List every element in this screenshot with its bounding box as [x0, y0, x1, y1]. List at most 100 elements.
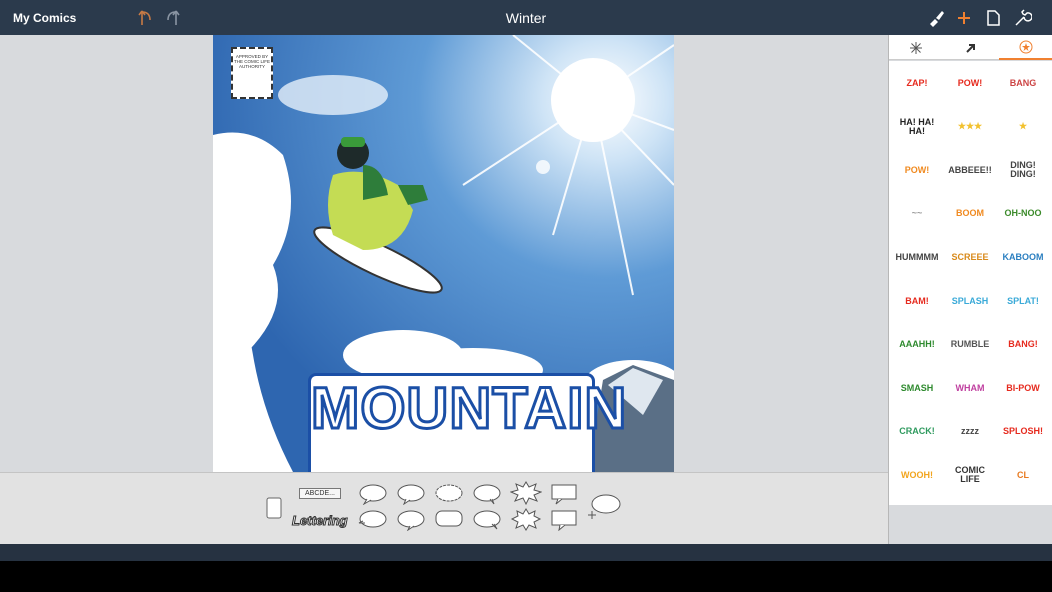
page-icon[interactable]: [983, 8, 1003, 28]
sticker-item[interactable]: ★★★: [948, 109, 992, 145]
add-icon[interactable]: [954, 8, 974, 28]
caption-sample[interactable]: ABCDE...: [299, 488, 341, 499]
sticker-label: SPLAT!: [1007, 295, 1039, 306]
panel-shape-icon[interactable]: [266, 497, 282, 519]
arrow-icon: [966, 43, 975, 53]
sticker-item[interactable]: POW!: [895, 152, 939, 188]
sticker-item[interactable]: AAAHH!: [895, 327, 939, 363]
sticker-label: RUMBLE: [950, 339, 990, 350]
sticker-item[interactable]: CRACK!: [895, 414, 939, 450]
sticker-label: SCREEE: [951, 251, 989, 262]
sticker-label: CL: [1017, 469, 1029, 480]
sticker-item[interactable]: SCREEE: [948, 239, 992, 275]
speech-balloon-icon[interactable]: [472, 483, 502, 505]
stamp-text: APPROVED BY THE COMIC LIFE AUTHORITY: [233, 54, 270, 69]
sticker-label: BANG!: [1008, 339, 1038, 350]
sticker-item[interactable]: zzzz: [948, 414, 992, 450]
canvas-workspace[interactable]: APPROVED BY THE COMIC LIFE AUTHORITY MOU…: [0, 35, 888, 472]
shout-balloon-icon[interactable]: [510, 481, 542, 505]
sticker-grid: ZAP! POW! BANG HA! HA! HA! ★★★ ★ POW! ABBEEE!! D…: [889, 61, 1052, 505]
sticker-label: POW!: [957, 77, 983, 88]
speech-balloon-icon[interactable]: [472, 509, 502, 531]
tab-filters[interactable]: [889, 35, 943, 60]
comic-page[interactable]: APPROVED BY THE COMIC LIFE AUTHORITY MOU…: [213, 35, 674, 472]
sticker-label: WHAM: [955, 382, 985, 393]
star-icon: [1019, 40, 1033, 53]
multi-balloon-icon[interactable]: [588, 493, 622, 521]
sticker-label: ABBEEE!!: [948, 164, 992, 175]
sticker-item[interactable]: BOOM: [948, 196, 992, 232]
sticker-label: SPLASH: [951, 295, 989, 306]
document-title: Winter: [505, 10, 547, 26]
box-balloon-icon[interactable]: [550, 509, 578, 531]
approval-stamp[interactable]: APPROVED BY THE COMIC LIFE AUTHORITY: [231, 47, 273, 99]
sticker-item[interactable]: BANG: [1001, 65, 1045, 101]
sticker-label: ★★★: [957, 121, 983, 132]
balloon-tray: ABCDE... Lettering: [0, 472, 888, 544]
app-window: My Comics Winter APPROVED BY THE COMIC L…: [0, 0, 1052, 592]
lettering-sample[interactable]: Lettering: [292, 513, 349, 529]
brush-icon[interactable]: [926, 8, 946, 28]
sticker-label: ★: [1018, 121, 1028, 132]
speech-balloon-icon[interactable]: [396, 509, 426, 531]
sticker-item[interactable]: ZAP!: [895, 65, 939, 101]
title-lettering[interactable]: MOUNTAIN: [308, 373, 628, 472]
sticker-label: BI-POW: [1006, 382, 1040, 393]
sticker-item[interactable]: BANG!: [1001, 327, 1045, 363]
sticker-item[interactable]: SPLASH: [948, 283, 992, 319]
speech-balloon-icon[interactable]: [358, 483, 388, 505]
sticker-item[interactable]: OH-NOO: [1001, 196, 1045, 232]
sticker-label: CRACK!: [899, 426, 935, 437]
sticker-label: BANG: [1009, 77, 1037, 88]
title-text: MOUNTAIN: [310, 376, 628, 441]
wrench-icon[interactable]: [1012, 8, 1032, 28]
sticker-label: POW!: [904, 164, 930, 175]
speech-balloon-icon[interactable]: [396, 483, 426, 505]
sticker-item[interactable]: POW!: [948, 65, 992, 101]
sticker-item[interactable]: HA! HA! HA!: [895, 109, 939, 145]
sticker-label: HA! HA! HA!: [899, 116, 935, 136]
sticker-label: OH-NOO: [1004, 208, 1042, 219]
sticker-item[interactable]: SMASH: [895, 370, 939, 406]
burst-balloon-icon[interactable]: [510, 507, 542, 531]
sticker-label: KABOOM: [1002, 251, 1044, 262]
sticker-label: SPLOSH!: [1002, 426, 1043, 437]
tab-stickers[interactable]: [999, 35, 1052, 60]
sticker-item[interactable]: SPLAT!: [1001, 283, 1045, 319]
sticker-item[interactable]: CL: [1001, 457, 1045, 493]
sticker-item[interactable]: KABOOM: [1001, 239, 1045, 275]
sticker-label: AAAHH!: [899, 339, 935, 350]
sticker-item[interactable]: RUMBLE: [948, 327, 992, 363]
sticker-label: ~~: [911, 208, 923, 219]
sticker-item[interactable]: WHAM: [948, 370, 992, 406]
sticker-label: HUMMMM: [895, 251, 939, 262]
sticker-label: ZAP!: [906, 77, 928, 88]
snowflake-icon: [910, 41, 922, 54]
sticker-item[interactable]: COMIC LIFE: [948, 457, 992, 493]
sticker-label: COMIC LIFE: [955, 465, 985, 485]
whisper-balloon-icon[interactable]: [358, 509, 388, 531]
sticker-item[interactable]: HUMMMM: [895, 239, 939, 275]
sticker-label: BAM!: [905, 295, 929, 306]
my-comics-button[interactable]: My Comics: [13, 11, 76, 25]
sticker-label: DING! DING!: [1010, 160, 1036, 180]
redo-icon[interactable]: [163, 8, 181, 28]
panel-tabs: [889, 35, 1052, 60]
rounded-box-balloon-icon[interactable]: [434, 509, 464, 531]
sticker-item[interactable]: WOOH!: [895, 457, 939, 493]
undo-icon[interactable]: [137, 8, 155, 28]
sticker-item[interactable]: BAM!: [895, 283, 939, 319]
sticker-item[interactable]: DING! DING!: [1001, 152, 1045, 188]
sticker-label: zzzz: [961, 426, 979, 437]
top-toolbar: My Comics Winter: [0, 0, 1052, 35]
box-balloon-icon[interactable]: [550, 483, 578, 505]
sticker-label: BOOM: [956, 208, 984, 219]
thought-balloon-icon[interactable]: [434, 483, 464, 505]
sticker-item[interactable]: SPLOSH!: [1001, 414, 1045, 450]
tab-arrow-tools[interactable]: [944, 35, 998, 60]
sticker-label: WOOH!: [901, 469, 933, 480]
sticker-item[interactable]: ~~: [895, 196, 939, 232]
sticker-item[interactable]: ★: [1001, 109, 1045, 145]
sticker-item[interactable]: BI-POW: [1001, 370, 1045, 406]
sticker-item[interactable]: ABBEEE!!: [948, 152, 992, 188]
